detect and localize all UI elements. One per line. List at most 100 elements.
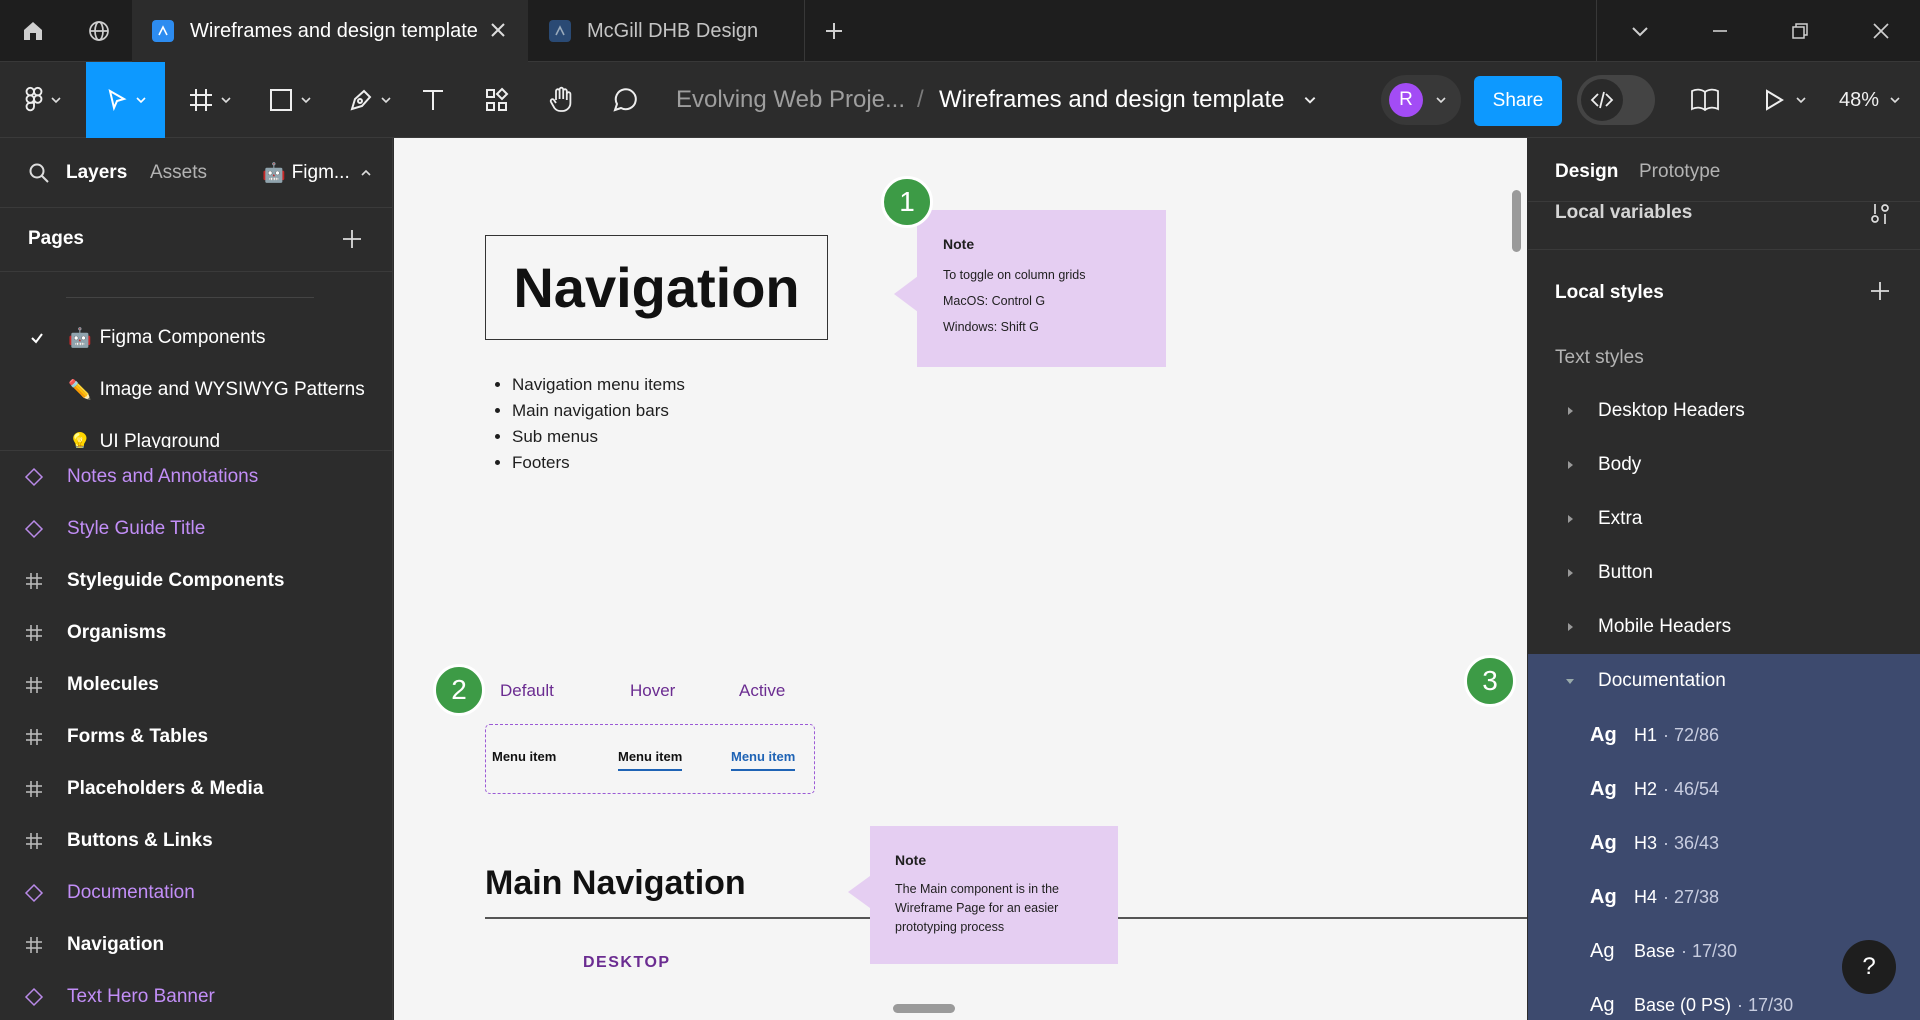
main-navigation-title[interactable]: Main Navigation	[485, 864, 746, 903]
note-line: MacOS: Control G	[943, 294, 1046, 308]
navigation-bullets[interactable]: Navigation menu items Main navigation ba…	[512, 372, 685, 476]
layer-label: Buttons & Links	[67, 830, 213, 851]
search-icon[interactable]	[28, 162, 50, 184]
page-item[interactable]: 🤖 Figma Components	[0, 312, 392, 364]
annotation-badge-3[interactable]: 3	[1464, 655, 1516, 707]
annotation-badge-1[interactable]: 1	[881, 176, 933, 228]
close-tab-icon[interactable]	[488, 20, 508, 40]
layer-item[interactable]: Styleguide Components	[0, 555, 392, 607]
menu-item-variants[interactable]: Menu item Menu item Menu item	[485, 724, 815, 794]
chevron-down-icon[interactable]	[1610, 0, 1670, 62]
add-style-plus-icon[interactable]	[1868, 279, 1892, 303]
text-style-item[interactable]: Ag H3 · 36/43	[1528, 816, 1920, 870]
note-text: The Main component is in the Wireframe P…	[895, 882, 1059, 934]
page-item[interactable]: 💡 UI Playground	[0, 416, 392, 448]
file-title[interactable]: Wireframes and design template	[939, 62, 1285, 138]
close-window-icon[interactable]	[1850, 0, 1912, 62]
tab-bar: Wireframes and design template McGill DH…	[0, 0, 1920, 62]
frame-tool-button[interactable]	[175, 62, 245, 138]
style-group-label: Documentation	[1598, 670, 1726, 691]
menu-item-hover[interactable]: Menu item	[618, 749, 683, 771]
text-style-item[interactable]: Ag H2 · 46/54	[1528, 762, 1920, 816]
style-group-label: Body	[1598, 454, 1642, 475]
variables-icon[interactable]	[1868, 202, 1892, 226]
style-group-desktop-headers[interactable]: Desktop Headers	[1528, 384, 1920, 438]
layer-item[interactable]: Organisms	[0, 607, 392, 659]
pen-tool-button[interactable]	[335, 62, 405, 138]
zoom-control[interactable]: 48%	[1828, 62, 1912, 138]
annotation-badge-2[interactable]: 2	[433, 664, 485, 716]
tab-assets[interactable]: Assets	[150, 162, 207, 184]
tab-prototype[interactable]: Prototype	[1639, 161, 1720, 183]
tab-mcgill[interactable]: McGill DHB Design	[529, 0, 804, 62]
note-card[interactable]: Note To toggle on column grids MacOS: Co…	[917, 210, 1166, 367]
share-button[interactable]: Share	[1474, 76, 1562, 126]
menu-item-default[interactable]: Menu item	[492, 749, 556, 764]
page-item[interactable]: ✏️ Image and WYSIWYG Patterns	[0, 364, 392, 416]
tab-wireframes[interactable]: Wireframes and design template	[132, 0, 528, 62]
multiplayer-avatar-group[interactable]: R	[1381, 75, 1461, 125]
minimize-icon[interactable]	[1690, 0, 1750, 62]
zoom-level: 48%	[1838, 88, 1880, 111]
library-book-icon[interactable]	[1680, 62, 1730, 138]
desktop-label: DESKTOP	[583, 954, 671, 971]
tab-design[interactable]: Design	[1555, 161, 1618, 183]
layer-item[interactable]: Forms & Tables	[0, 711, 392, 763]
navigation-title-box[interactable]: Navigation	[485, 235, 828, 340]
style-group-body[interactable]: Body	[1528, 438, 1920, 492]
tab-layers[interactable]: Layers	[66, 162, 127, 184]
chevron-down-icon	[220, 94, 232, 106]
layer-item[interactable]: Placeholders & Media	[0, 763, 392, 815]
style-group-mobile-headers[interactable]: Mobile Headers	[1528, 600, 1920, 654]
resources-tool-button[interactable]	[472, 62, 522, 138]
chevron-down-icon	[50, 94, 62, 106]
layer-item[interactable]: Style Guide Title	[0, 503, 392, 555]
tab-title: Wireframes and design template	[190, 19, 478, 42]
dev-mode-toggle[interactable]	[1577, 75, 1655, 125]
page-label: Figma Components	[99, 327, 266, 348]
figma-window: Wireframes and design template McGill DH…	[0, 0, 1920, 1020]
layer-item[interactable]: Text Hero Banner	[0, 971, 392, 1020]
add-page-plus-icon[interactable]	[340, 227, 364, 251]
project-breadcrumb[interactable]: Evolving Web Proje...	[676, 62, 905, 138]
present-button[interactable]	[1755, 62, 1815, 138]
play-icon	[1763, 88, 1785, 112]
state-label-active: Active	[739, 681, 786, 700]
page-selector[interactable]: 🤖 Figm...	[262, 161, 372, 185]
restore-icon[interactable]	[1770, 0, 1830, 62]
frame-hash-icon	[0, 572, 67, 590]
vertical-scrollbar[interactable]	[1512, 190, 1521, 252]
check-icon	[18, 330, 56, 346]
layer-item[interactable]: Navigation	[0, 919, 392, 971]
text-style-item[interactable]: Ag H1 · 72/86	[1528, 708, 1920, 762]
shape-tool-button[interactable]	[255, 62, 325, 138]
help-button[interactable]: ?	[1842, 940, 1896, 994]
design-canvas[interactable]: Navigation Navigation menu items Main na…	[394, 138, 1527, 1020]
file-menu-chevron-icon[interactable]	[1298, 62, 1322, 138]
text-style-item[interactable]: Ag H4 · 27/38	[1528, 870, 1920, 924]
main-menu-button[interactable]	[0, 62, 86, 138]
style-group-documentation[interactable]: Documentation	[1528, 654, 1920, 708]
local-variables-label[interactable]: Local variables	[1555, 202, 1692, 224]
frame-hash-icon	[0, 780, 67, 798]
text-tool-button[interactable]	[408, 62, 458, 138]
menu-item-active[interactable]: Menu item	[731, 749, 796, 771]
hand-tool-button[interactable]	[536, 62, 586, 138]
layer-item[interactable]: Molecules	[0, 659, 392, 711]
page-emoji: 🤖	[68, 328, 92, 349]
home-icon[interactable]	[0, 0, 66, 62]
move-tool-button[interactable]	[86, 62, 165, 138]
horizontal-scrollbar[interactable]	[893, 1004, 955, 1013]
note-pointer	[894, 276, 918, 312]
new-tab-plus-icon[interactable]	[806, 0, 862, 62]
layer-item[interactable]: Documentation	[0, 867, 392, 919]
layer-item[interactable]: Notes and Annotations	[0, 451, 392, 503]
style-group-button[interactable]: Button	[1528, 546, 1920, 600]
globe-icon[interactable]	[66, 0, 132, 62]
layer-item[interactable]: Buttons & Links	[0, 815, 392, 867]
style-group-extra[interactable]: Extra	[1528, 492, 1920, 546]
frame-hash-icon	[0, 676, 67, 694]
note-card[interactable]: Note The Main component is in the Wirefr…	[870, 826, 1118, 964]
text-style-preview: Ag	[1590, 993, 1615, 1016]
comment-tool-button[interactable]	[600, 62, 650, 138]
